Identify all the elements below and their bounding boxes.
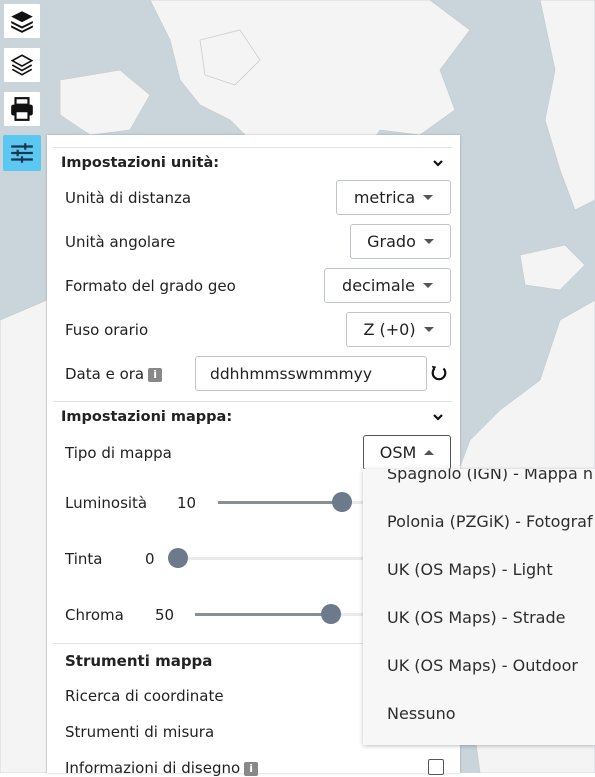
geo-format-select[interactable]: decimale [324, 268, 451, 303]
hue-value: 0 [145, 550, 155, 568]
info-icon[interactable]: i [244, 761, 259, 776]
map-land-america [0, 299, 48, 773]
menu-option[interactable]: UK (OS Maps) - Outdoor [387, 656, 578, 675]
brightness-fill [218, 501, 342, 504]
caret-down-icon [422, 283, 433, 288]
menu-option[interactable]: Nessuno [387, 704, 456, 723]
distance-unit-select[interactable]: metrica [336, 180, 451, 215]
coord-search-label: Ricerca di coordinate [65, 687, 224, 705]
caret-down-icon [423, 195, 434, 200]
angular-unit-value: Grado [367, 232, 416, 251]
distance-unit-value: metrica [353, 188, 416, 207]
geo-format-label: Formato del grado geo [65, 277, 236, 295]
print-icon [11, 97, 33, 121]
menu-option[interactable]: Polonia (PZGiK) - Fotograf [387, 512, 593, 531]
geo-format-value: decimale [342, 276, 415, 295]
brightness-thumb[interactable] [332, 492, 352, 512]
layers-outline-button[interactable] [3, 47, 41, 83]
map-settings-title: Impostazioni mappa: [61, 408, 233, 425]
angular-unit-select[interactable]: Grado [350, 224, 451, 259]
settings-button[interactable] [3, 135, 41, 171]
hue-label: Tinta [65, 550, 103, 568]
layers-outline-icon [10, 54, 34, 76]
unit-settings-title: Impostazioni unità: [61, 154, 220, 171]
info-icon[interactable]: i [148, 367, 163, 382]
map-type-value: OSM [379, 443, 417, 462]
timezone-select[interactable]: Z (+0) [346, 312, 451, 347]
datetime-format-value: ddhhmmsswmmmyy [210, 364, 372, 383]
map-type-select[interactable]: OSM [363, 435, 451, 470]
menu-option[interactable]: Spagnolo (IGN) - Mappa n [387, 469, 593, 483]
menu-option[interactable]: UK (OS Maps) - Light [387, 560, 553, 579]
print-button[interactable] [3, 91, 41, 127]
angular-unit-label: Unità angolare [65, 233, 176, 251]
timezone-value: Z (+0) [363, 320, 416, 339]
map-type-menu: Spagnolo (IGN) - Mappa n Polonia (PZGiK)… [363, 469, 595, 745]
reset-icon[interactable] [430, 364, 448, 382]
chroma-thumb[interactable] [321, 604, 341, 624]
brightness-label: Luminosità [65, 494, 148, 512]
chroma-value: 50 [155, 606, 175, 624]
chroma-fill [195, 613, 331, 616]
chevron-down-icon [433, 159, 443, 167]
chevron-down-icon [433, 413, 443, 421]
draw-info-label-row: Informazioni di disegno i [65, 759, 259, 777]
hue-thumb[interactable] [168, 548, 188, 568]
layers-icon [11, 11, 33, 33]
caret-down-icon [423, 239, 434, 244]
caret-down-icon [423, 327, 434, 332]
map-type-label: Tipo di mappa [65, 444, 172, 462]
datetime-label: Data e ora [65, 365, 145, 383]
sliders-icon [11, 143, 33, 163]
measure-tools-label: Strumenti di misura [65, 723, 215, 741]
timezone-label: Fuso orario [65, 321, 149, 339]
caret-up-icon [424, 450, 435, 455]
map-tools-title: Strumenti mappa [65, 652, 213, 670]
map-settings-header[interactable]: Impostazioni mappa: [53, 401, 452, 431]
layers-button[interactable] [3, 3, 41, 39]
draw-info-label: Informazioni di disegno [65, 759, 241, 777]
menu-option[interactable]: UK (OS Maps) - Strade [387, 608, 565, 627]
unit-settings-header[interactable]: Impostazioni unità: [53, 147, 452, 177]
datetime-format-input[interactable]: ddhhmmsswmmmyy [195, 356, 427, 391]
distance-unit-label: Unità di distanza [65, 189, 192, 207]
chroma-label: Chroma [65, 606, 124, 624]
datetime-label-row: Data e ora i [65, 365, 163, 383]
brightness-value: 10 [177, 494, 197, 512]
